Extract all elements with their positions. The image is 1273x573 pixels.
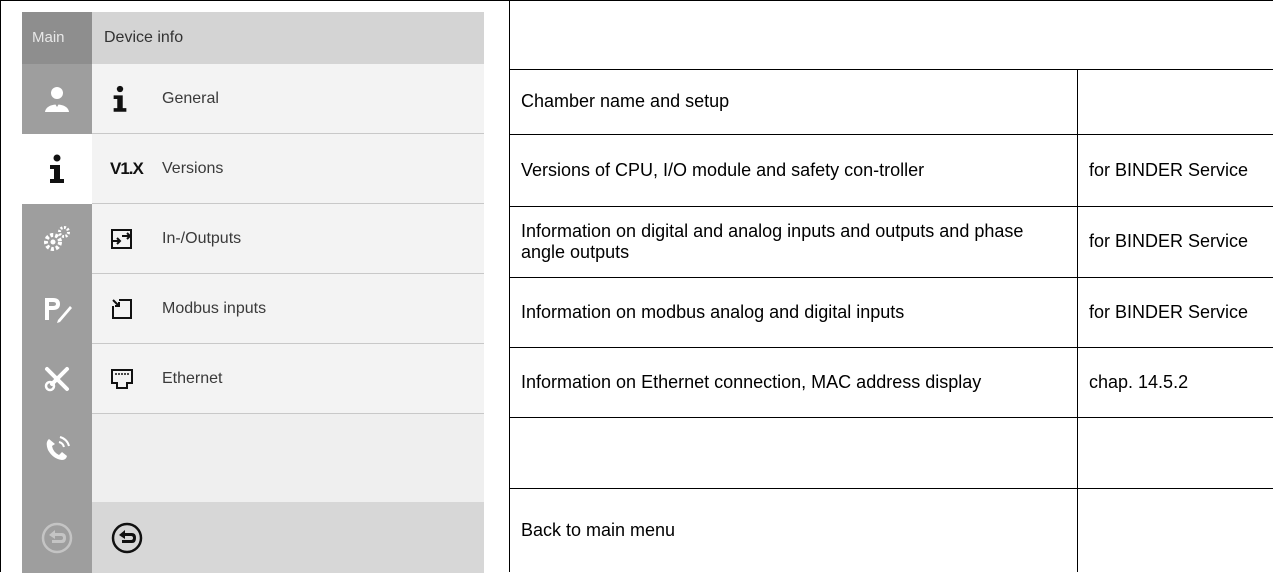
version-icon-text: V1.X [110, 158, 144, 178]
device-screenshot-frame: Main Device info General V1.X Versions I… [0, 0, 510, 573]
nav-contact-button[interactable] [22, 414, 92, 484]
nav-program-button[interactable] [22, 274, 92, 344]
menu-item-label: In-/Outputs [162, 229, 242, 247]
menu-item-label: Ethernet [162, 369, 223, 387]
user-icon [42, 84, 72, 114]
menu-item-ethernet[interactable]: Ethernet [92, 344, 484, 414]
version-icon: V1.X [110, 159, 150, 179]
table-cell-description: Back to main menu [521, 519, 676, 540]
main-nav: Main [22, 12, 92, 573]
menu-item-label: General [162, 89, 219, 107]
tools-icon [42, 364, 72, 394]
table-cell-description [510, 417, 1077, 488]
menu-item-versions[interactable]: V1.X Versions [92, 134, 484, 204]
table-cell-reference: for BINDER Service [1089, 301, 1249, 322]
settings-gears-icon [42, 224, 72, 254]
table-cell-description: Chamber name and setup [521, 91, 730, 111]
nav-back-button[interactable] [22, 502, 92, 573]
table-cell-description: Versions of CPU, I/O module and safety c… [521, 159, 925, 180]
menu-item-general[interactable]: General [92, 64, 484, 134]
description-table: Chamber name and setup Versions of CPU, … [510, 0, 1273, 572]
panel-footer [92, 502, 484, 573]
table-cell-reference: for BINDER Service [1089, 159, 1249, 180]
program-edit-icon [42, 294, 72, 324]
table-cell-reference [1078, 488, 1273, 572]
info-icon [110, 85, 150, 113]
table-cell-description: Information on digital and analog inputs… [521, 220, 1024, 262]
menu-item-modbus-inputs[interactable]: Modbus inputs [92, 274, 484, 344]
device-display: Main Device info General V1.X Versions I… [22, 12, 484, 573]
nav-title: Main [22, 12, 92, 64]
menu-item-in-outputs[interactable]: In-/Outputs [92, 204, 484, 274]
info-icon [46, 154, 68, 184]
table-cell-reference: for BINDER Service [1089, 231, 1249, 251]
nav-service-tools-button[interactable] [22, 344, 92, 414]
nav-settings-button[interactable] [22, 204, 92, 274]
device-info-panel: Device info General V1.X Versions In-/Ou… [92, 12, 484, 573]
ethernet-icon [110, 368, 150, 390]
service-phone-icon [42, 434, 72, 464]
menu-item-label: Versions [162, 159, 224, 177]
table-cell-description: Information on Ethernet connection, MAC … [521, 371, 982, 392]
table-cell-description [510, 0, 1077, 69]
table-cell-reference: chap. 14.5.2 [1089, 371, 1189, 392]
modbus-input-icon [110, 297, 150, 321]
back-circle-icon[interactable] [110, 521, 144, 555]
nav-info-button[interactable] [22, 134, 92, 204]
table-cell-reference [1078, 417, 1273, 488]
back-icon [40, 521, 74, 555]
table-cell-description: Information on modbus analog and digital… [521, 301, 905, 322]
in-out-icon [110, 227, 150, 251]
panel-header-title: Device info [92, 12, 484, 64]
table-cell-reference [1078, 69, 1273, 134]
nav-user-button[interactable] [22, 64, 92, 134]
menu-item-label: Modbus inputs [162, 299, 267, 317]
